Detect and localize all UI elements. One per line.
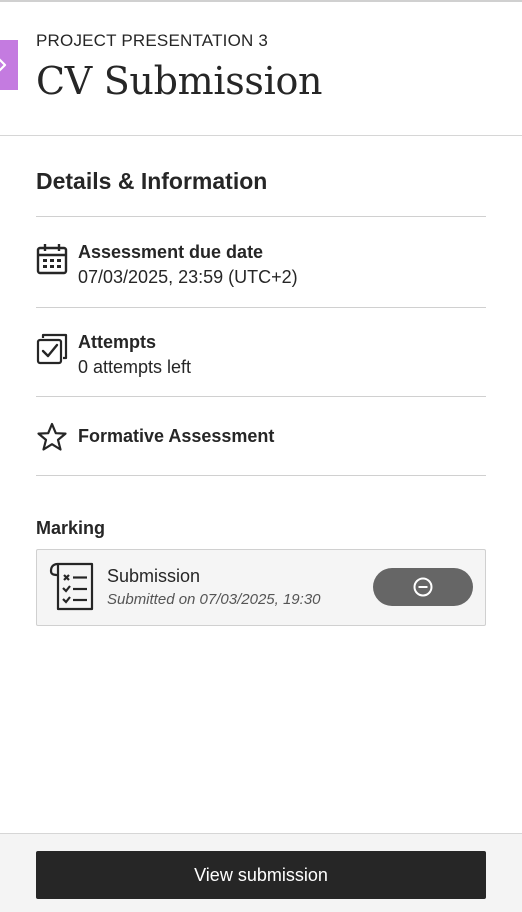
star-icon [37, 422, 67, 451]
checklist-document-icon [49, 562, 94, 611]
submission-timestamp: Submitted on 07/03/2025, 19:30 [107, 591, 321, 608]
submission-title: Submission [107, 566, 201, 586]
calendar-icon [36, 244, 68, 275]
divider [36, 216, 486, 217]
submission-card[interactable]: Submission Submitted on 07/03/2025, 19:3… [36, 549, 486, 626]
details-section-title: Details & Information [36, 168, 268, 194]
attempts-label: Attempts [78, 332, 157, 352]
due-date-label: Assessment due date [78, 242, 264, 262]
formative-label: Formative Assessment [78, 426, 275, 446]
due-date-value: 07/03/2025, 23:59 (UTC+2) [78, 267, 298, 287]
chevron-right-icon [0, 58, 7, 72]
attempts-value: 0 attempts left [78, 357, 192, 377]
attempts-icon [36, 333, 68, 365]
view-submission-button[interactable]: View submission [36, 851, 486, 899]
divider [36, 475, 486, 476]
marking-label: Marking [36, 518, 106, 538]
grade-status-button[interactable] [373, 568, 473, 606]
divider [36, 307, 486, 308]
page-title: CV Submission [36, 59, 323, 103]
assessment-panel: PROJECT PRESENTATION 3 CV Submission Det… [0, 0, 522, 912]
divider [36, 396, 486, 397]
panel-footer: View submission [0, 833, 522, 912]
close-panel-tab[interactable] [0, 40, 18, 90]
minus-circle-icon [413, 577, 433, 597]
assessment-category: PROJECT PRESENTATION 3 [36, 31, 269, 50]
header-divider [0, 135, 522, 136]
